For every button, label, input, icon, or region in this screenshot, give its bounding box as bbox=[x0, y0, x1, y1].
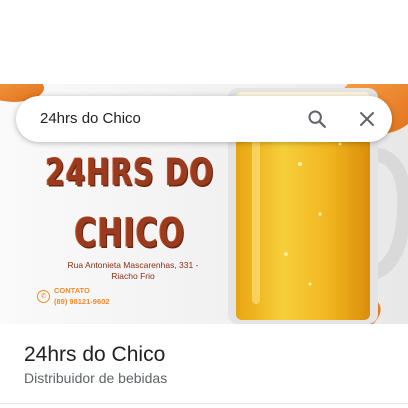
address-line1: Rua Antonieta Mascarenhas, 331 - bbox=[67, 260, 199, 270]
place-name[interactable]: 24hrs do Chico bbox=[24, 343, 165, 367]
search-icon bbox=[308, 110, 326, 128]
top-blank-area bbox=[0, 0, 408, 84]
poster-address: Rua Antonieta Mascarenhas, 331 - Riacho … bbox=[48, 260, 218, 282]
contact-text: CONTATO (89) 98121-9602 bbox=[54, 285, 109, 307]
divider bbox=[0, 403, 408, 404]
poster-title-line1: 24HRS DO bbox=[45, 150, 215, 195]
address-line2: Riacho Frio bbox=[111, 271, 155, 281]
close-icon bbox=[360, 112, 374, 126]
contact-phone: (89) 98121-9602 bbox=[54, 297, 110, 306]
phone-icon: ✆ bbox=[37, 289, 50, 303]
poster-title-line2: CHICO bbox=[74, 210, 186, 258]
poster-contact: ✆ CONTATO (89) 98121-9602 bbox=[37, 285, 109, 307]
search-input[interactable]: 24hrs do Chico bbox=[40, 110, 141, 127]
search-bar[interactable]: 24hrs do Chico bbox=[16, 96, 392, 142]
clear-search-button[interactable] bbox=[353, 105, 381, 133]
place-category: Distribuidor de bebidas bbox=[24, 370, 168, 386]
search-button[interactable] bbox=[303, 105, 331, 133]
contact-label: CONTATO bbox=[54, 286, 90, 295]
